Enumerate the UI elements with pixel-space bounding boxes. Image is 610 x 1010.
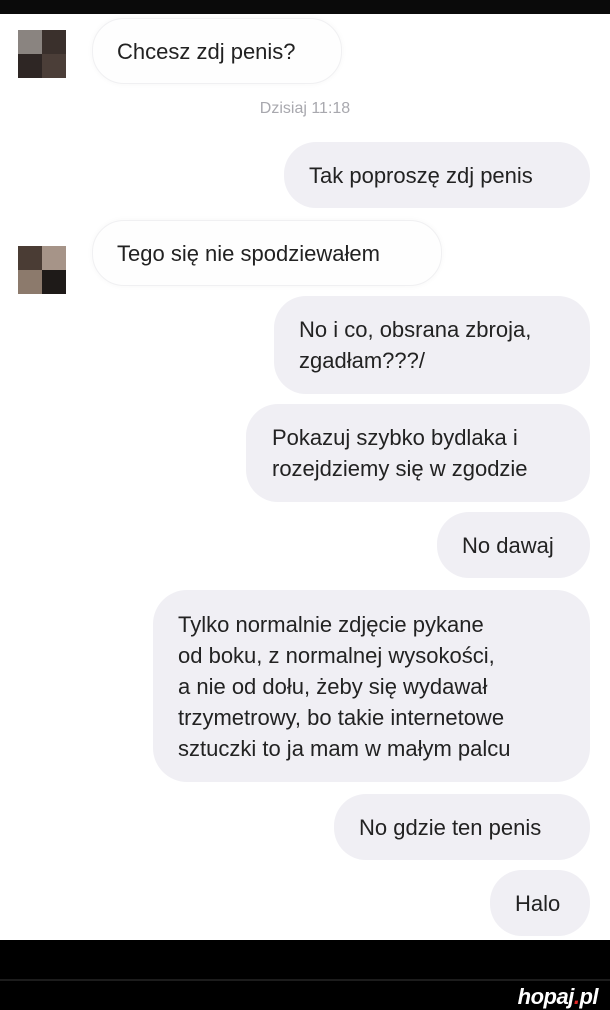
message-text: No gdzie ten penis bbox=[359, 814, 542, 840]
message-outgoing[interactable]: Pokazuj szybko bydlaka i rozejdziemy się… bbox=[246, 404, 590, 502]
message-incoming[interactable]: Tego się nie spodziewałem bbox=[92, 220, 442, 286]
message-outgoing[interactable]: No gdzie ten penis bbox=[334, 794, 590, 860]
message-text-line: Pokazuj szybko bydlaka i bbox=[272, 425, 518, 450]
message-text: No dawaj bbox=[462, 532, 554, 558]
divider bbox=[0, 979, 610, 981]
message-text: Tego się nie spodziewałem bbox=[117, 240, 380, 266]
message-outgoing[interactable]: Tak poproszę zdj penis bbox=[284, 142, 590, 208]
top-status-bar bbox=[0, 0, 610, 14]
message-text-line: od boku, z normalnej wysokości, bbox=[178, 642, 495, 668]
message-text-line: zgadłam???/ bbox=[299, 348, 425, 373]
site-watermark-logo: hopaj.pl bbox=[517, 984, 599, 1010]
message-outgoing[interactable]: No i co, obsrana zbroja, zgadłam???/ bbox=[274, 296, 590, 394]
timestamp-separator: Dzisiaj 11:18 bbox=[259, 100, 351, 117]
message-text-line: trzymetrowy, bo takie internetowe bbox=[178, 704, 505, 730]
message-text-line: rozejdziemy się w zgodzie bbox=[272, 456, 528, 481]
message-outgoing[interactable]: No dawaj bbox=[437, 512, 590, 578]
avatar[interactable] bbox=[18, 30, 66, 78]
avatar[interactable] bbox=[18, 246, 66, 294]
message-outgoing[interactable]: Halo bbox=[490, 870, 590, 936]
message-text: Halo bbox=[515, 890, 561, 916]
message-text-line: Tylko normalnie zdjęcie pykane bbox=[178, 611, 484, 637]
message-text-line: No i co, obsrana zbroja, bbox=[299, 317, 532, 342]
message-text-line: sztuczki to ja mam w małym palcu bbox=[178, 735, 511, 761]
message-text-line: a nie od dołu, żeby się wydawał bbox=[178, 673, 488, 699]
chat-thread[interactable]: Chcesz zdj penis? Dzisiaj 11:18 Tak popr… bbox=[0, 14, 610, 940]
message-outgoing[interactable]: Tylko normalnie zdjęcie pykane od boku, … bbox=[153, 590, 590, 782]
message-text: Chcesz zdj penis? bbox=[117, 38, 296, 64]
logo-name: hopaj bbox=[517, 984, 575, 1009]
message-text: Tak poproszę zdj penis bbox=[309, 162, 533, 188]
logo-tld: pl bbox=[579, 984, 598, 1009]
message-incoming[interactable]: Chcesz zdj penis? bbox=[92, 18, 342, 84]
